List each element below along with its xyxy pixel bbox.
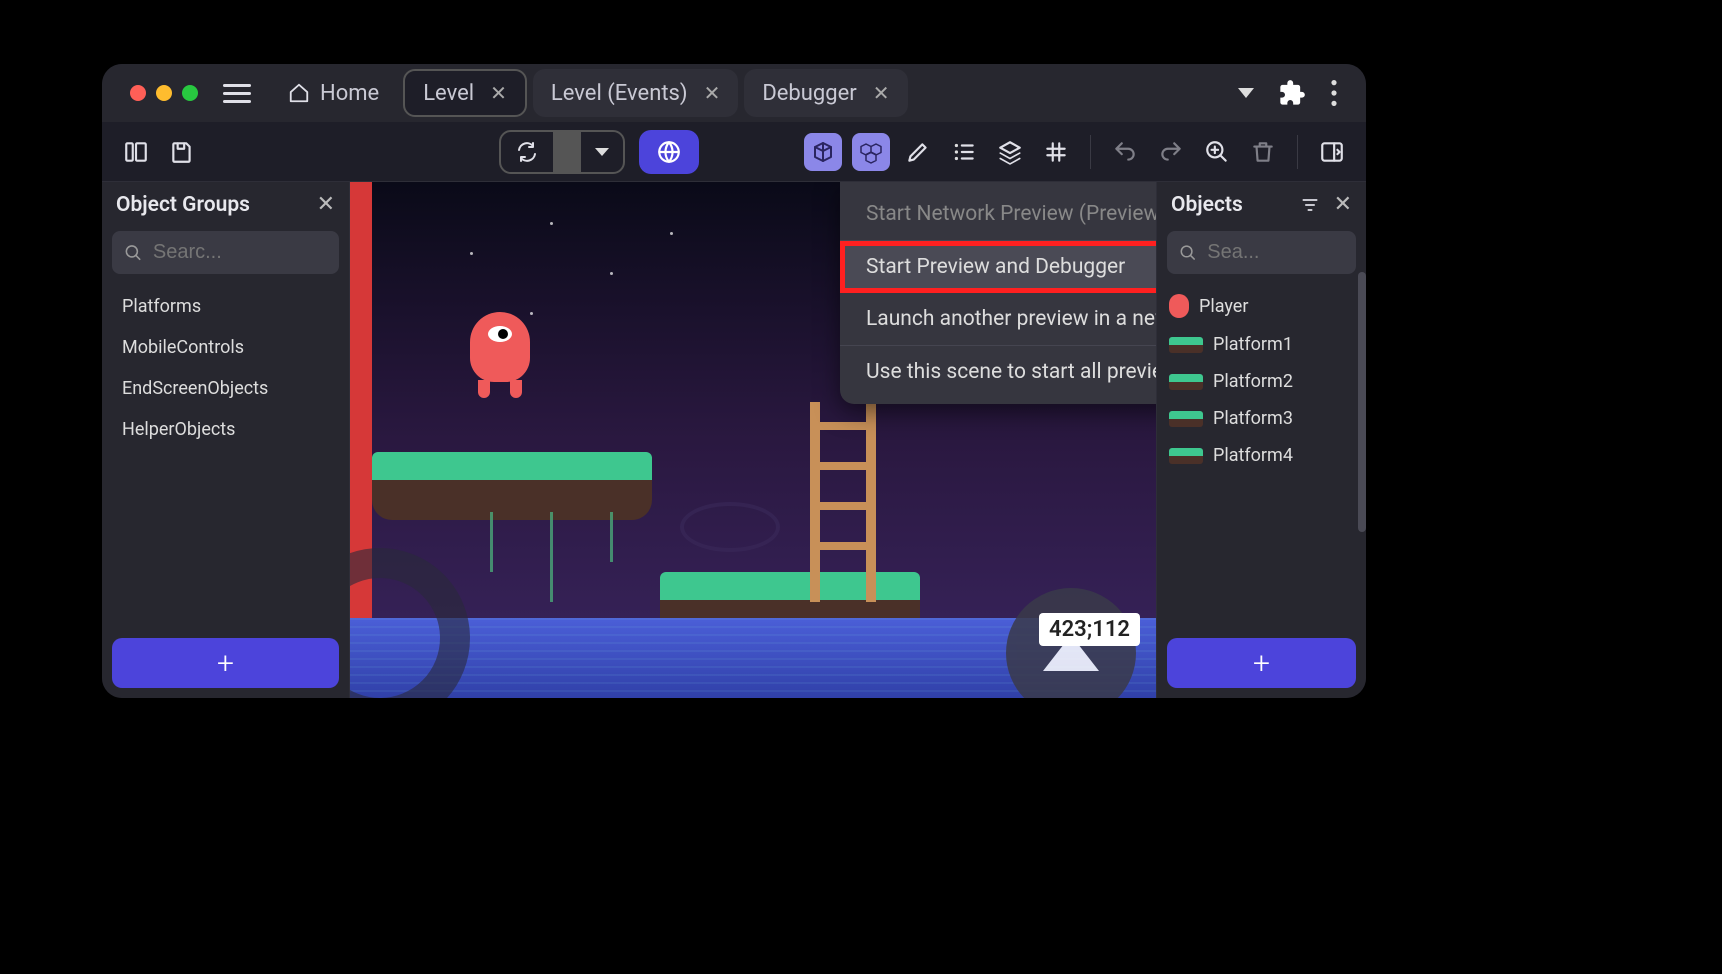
close-icon[interactable]: ✕ xyxy=(873,81,890,105)
list-item[interactable]: Player xyxy=(1157,286,1366,326)
panel-title: Objects xyxy=(1171,193,1243,217)
object-thumbnail xyxy=(1169,411,1203,427)
cursor-coords: 423;112 xyxy=(1039,613,1140,646)
panel-header: Objects ✕ xyxy=(1157,182,1366,227)
tab-level[interactable]: Level ✕ xyxy=(403,69,527,117)
preview-button-group xyxy=(499,130,625,174)
tab-label: Debugger xyxy=(762,81,856,106)
edit-tool-button[interactable] xyxy=(900,134,936,170)
search-icon xyxy=(124,242,143,264)
list-item[interactable]: EndScreenObjects xyxy=(102,368,349,409)
zoom-button[interactable] xyxy=(1199,134,1235,170)
list-tool-button[interactable] xyxy=(946,134,982,170)
scene-canvas[interactable]: 423;112 Start Network Preview (Preview o… xyxy=(350,182,1156,698)
tab-label: Level (Events) xyxy=(551,81,688,106)
list-item[interactable]: Platforms xyxy=(102,286,349,327)
main-area: Object Groups ✕ Platforms MobileControls… xyxy=(102,182,1366,698)
traffic-lights xyxy=(130,85,198,101)
list-item[interactable]: MobileControls xyxy=(102,327,349,368)
object-label: Player xyxy=(1199,296,1248,317)
menu-button[interactable] xyxy=(223,76,257,110)
undo-button[interactable] xyxy=(1107,134,1143,170)
object-label: Platform2 xyxy=(1213,371,1293,392)
tab-home[interactable]: Home xyxy=(270,69,397,117)
object-label: Platform1 xyxy=(1213,334,1293,355)
object-groups-list: Platforms MobileControls EndScreenObject… xyxy=(102,278,349,628)
tab-debugger[interactable]: Debugger ✕ xyxy=(744,69,907,117)
player-sprite[interactable] xyxy=(470,312,530,382)
object-label: Platform4 xyxy=(1213,445,1293,466)
panels-toggle-button[interactable] xyxy=(118,134,154,170)
tab-label: Level xyxy=(423,81,474,106)
search-input[interactable] xyxy=(1207,241,1344,264)
search-input[interactable] xyxy=(153,241,327,264)
grid-button[interactable] xyxy=(1038,134,1074,170)
menu-item-use-scene[interactable]: Use this scene to start all previews xyxy=(840,346,1156,398)
close-panel-button[interactable]: ✕ xyxy=(1334,192,1352,217)
menu-item-preview-debugger[interactable]: Start Preview and Debugger xyxy=(840,241,1156,293)
search-icon xyxy=(1179,242,1197,264)
refresh-preview-button[interactable] xyxy=(501,132,553,172)
preview-dropdown-button[interactable] xyxy=(581,132,623,172)
home-icon xyxy=(288,82,310,104)
menu-item-network-preview[interactable]: Start Network Preview (Preview over WiFi… xyxy=(840,188,1156,241)
tab-level-events[interactable]: Level (Events) ✕ xyxy=(533,69,738,117)
objects-panel: Objects ✕ Player Platform1 xyxy=(1156,182,1366,698)
titlebar-right xyxy=(1238,79,1358,107)
network-preview-button[interactable] xyxy=(639,130,699,174)
search-box[interactable] xyxy=(112,231,339,274)
settings-panel-button[interactable] xyxy=(1314,134,1350,170)
extension-icon[interactable] xyxy=(1278,79,1306,107)
search-box[interactable] xyxy=(1167,231,1356,274)
tab-label: Home xyxy=(320,81,379,106)
object-thumbnail xyxy=(1169,374,1203,390)
save-button[interactable] xyxy=(164,134,200,170)
instances-tool-button[interactable] xyxy=(852,133,890,171)
delete-button[interactable] xyxy=(1245,134,1281,170)
close-icon[interactable]: ✕ xyxy=(490,81,507,105)
app-window: Home Level ✕ Level (Events) ✕ Debugger ✕ xyxy=(102,64,1366,698)
close-icon[interactable]: ✕ xyxy=(704,81,721,105)
close-panel-button[interactable]: ✕ xyxy=(317,192,335,217)
scrollbar[interactable] xyxy=(1358,272,1366,532)
panel-header: Object Groups ✕ xyxy=(102,182,349,227)
objects-list: Player Platform1 Platform2 Platform3 Pla… xyxy=(1157,278,1366,628)
object-label: Platform3 xyxy=(1213,408,1293,429)
toolbar xyxy=(102,122,1366,182)
preview-dropdown-menu: Start Network Preview (Preview over WiFi… xyxy=(840,182,1156,404)
filter-icon[interactable] xyxy=(1300,195,1320,215)
redo-button[interactable] xyxy=(1153,134,1189,170)
close-window-button[interactable] xyxy=(130,85,146,101)
maximize-window-button[interactable] xyxy=(182,85,198,101)
object-tool-button[interactable] xyxy=(804,133,842,171)
list-item[interactable]: Platform3 xyxy=(1157,400,1366,437)
object-thumbnail xyxy=(1169,448,1203,464)
object-thumbnail xyxy=(1169,294,1189,318)
list-item[interactable]: Platform1 xyxy=(1157,326,1366,363)
more-icon[interactable] xyxy=(1330,80,1338,106)
list-item[interactable]: Platform2 xyxy=(1157,363,1366,400)
list-item[interactable]: Platform4 xyxy=(1157,437,1366,474)
chevron-down-icon[interactable] xyxy=(1238,88,1254,98)
add-object-button[interactable]: + xyxy=(1167,638,1356,688)
titlebar: Home Level ✕ Level (Events) ✕ Debugger ✕ xyxy=(102,64,1366,122)
menu-item-launch-another[interactable]: Launch another preview in a new window xyxy=(840,293,1156,346)
minimize-window-button[interactable] xyxy=(156,85,172,101)
object-thumbnail xyxy=(1169,337,1203,353)
panel-title: Object Groups xyxy=(116,193,250,217)
layers-button[interactable] xyxy=(992,134,1028,170)
add-group-button[interactable]: + xyxy=(112,638,339,688)
list-item[interactable]: HelperObjects xyxy=(102,409,349,450)
object-groups-panel: Object Groups ✕ Platforms MobileControls… xyxy=(102,182,350,698)
